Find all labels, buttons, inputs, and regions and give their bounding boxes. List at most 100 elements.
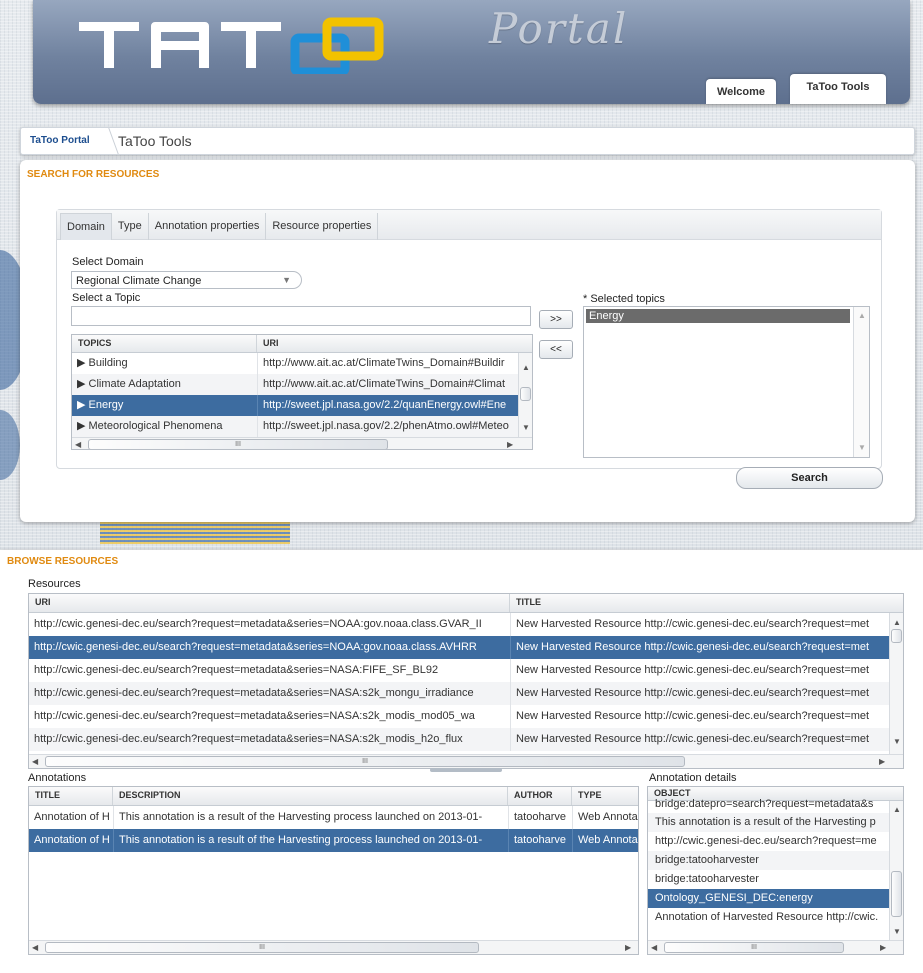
chevron-down-icon: ▼ <box>282 275 291 285</box>
resource-uri-cell: http://cwic.genesi-dec.eu/search?request… <box>34 733 463 745</box>
scroll-left-icon[interactable]: ◀ <box>32 757 38 766</box>
domain-select[interactable]: Regional Climate Change ▼ <box>71 271 302 289</box>
annotation-row[interactable]: Annotation of H This annotation is a resu… <box>29 829 638 852</box>
column-header-uri[interactable]: URI <box>257 335 519 352</box>
selected-topics-scrollbar[interactable]: ▲ ▼ <box>853 307 869 457</box>
resource-row[interactable]: http://cwic.genesi-dec.eu/search?request… <box>29 636 890 659</box>
scroll-right-icon[interactable]: ▶ <box>880 943 886 952</box>
resource-row[interactable]: http://cwic.genesi-dec.eu/search?request… <box>29 728 890 751</box>
column-header-author[interactable]: AUTHOR <box>508 787 572 805</box>
tab-welcome[interactable]: Welcome <box>706 79 776 104</box>
scroll-up-icon[interactable]: ▲ <box>858 311 866 320</box>
scroll-down-icon[interactable]: ▼ <box>893 737 901 746</box>
column-header-title[interactable]: TITLE <box>29 787 113 805</box>
search-section-title: SEARCH FOR RESOURCES <box>27 169 160 180</box>
breadcrumb-separator <box>91 128 119 154</box>
breadcrumb: TaToo Portal TaToo Tools <box>20 127 915 155</box>
scroll-thumb[interactable] <box>891 871 902 917</box>
topics-vertical-scrollbar[interactable]: ▲ ▼ <box>518 353 532 437</box>
tab-resource-properties[interactable]: Resource properties <box>266 213 379 240</box>
select-topic-label: Select a Topic <box>72 292 141 304</box>
annotation-detail-row[interactable]: http://cwic.genesi-dec.eu/search?request… <box>648 832 889 851</box>
resource-title-cell: New Harvested Resource http://cwic.genes… <box>510 659 890 682</box>
topics-grid-header: TOPICS URI <box>72 335 532 353</box>
horizontal-scroll-thumb[interactable]: III <box>664 942 844 953</box>
column-header-topics[interactable]: TOPICS <box>72 335 257 352</box>
tab-domain[interactable]: Domain <box>60 213 112 240</box>
scroll-right-icon[interactable]: ▶ <box>625 943 631 952</box>
selected-topic-item[interactable]: Energy <box>586 309 850 323</box>
scroll-down-icon[interactable]: ▼ <box>858 443 866 452</box>
column-header-type[interactable]: TYPE <box>572 787 638 805</box>
annotation-author-cell: tatooharve <box>508 806 572 829</box>
annotation-description-cell: This annotation is a result of the Harve… <box>113 806 508 829</box>
resource-row[interactable]: http://cwic.genesi-dec.eu/search?request… <box>29 659 890 682</box>
annotation-detail-row[interactable]: Annotation of Harvested Resource http://… <box>648 908 889 927</box>
search-tabset: Domain Type Annotation properties Resour… <box>56 209 882 469</box>
column-header-description[interactable]: DESCRIPTION <box>113 787 508 805</box>
scroll-thumb[interactable] <box>520 387 531 401</box>
annotation-title-cell: Annotation of H <box>34 834 110 846</box>
topic-row[interactable]: ▶ Meteorological Phenomena http://sweet.j… <box>72 416 518 437</box>
scroll-down-icon[interactable]: ▼ <box>522 423 530 432</box>
search-button[interactable]: Search <box>736 467 883 489</box>
annotations-label: Annotations <box>28 772 87 784</box>
horizontal-scroll-thumb[interactable]: III <box>88 439 388 449</box>
column-header-uri[interactable]: URI <box>29 594 510 612</box>
scroll-up-icon[interactable]: ▲ <box>893 618 901 627</box>
breadcrumb-home-link[interactable]: TaToo Portal <box>30 135 90 146</box>
scroll-thumb[interactable] <box>891 629 902 643</box>
resource-title-cell: New Harvested Resource http://cwic.genes… <box>510 613 890 636</box>
scroll-up-icon[interactable]: ▲ <box>893 805 901 814</box>
details-horizontal-scrollbar[interactable]: ◀ III ▶ <box>648 940 903 954</box>
resource-uri-cell: http://cwic.genesi-dec.eu/search?request… <box>34 664 439 676</box>
add-topic-button[interactable]: >> <box>539 310 573 329</box>
header-banner: Portal Welcome TaToo Tools <box>33 0 910 104</box>
annotation-detail-row[interactable]: bridge:datepro=search?request=metadata&s <box>648 798 889 810</box>
scroll-down-icon[interactable]: ▼ <box>893 927 901 936</box>
topic-uri-cell: http://sweet.jpl.nasa.gov/2.2/phenAtmo.o… <box>257 416 518 437</box>
resources-vertical-scrollbar[interactable]: ▲ ▼ <box>889 613 903 754</box>
search-tabbar: Domain Type Annotation properties Resour… <box>57 210 881 240</box>
resource-row[interactable]: http://cwic.genesi-dec.eu/search?request… <box>29 682 890 705</box>
annotation-detail-row[interactable]: bridge:tatooharvester <box>648 851 889 870</box>
tab-annotation-properties[interactable]: Annotation properties <box>149 213 267 240</box>
annotation-detail-row[interactable]: bridge:tatooharvester <box>648 870 889 889</box>
scroll-left-icon[interactable]: ◀ <box>32 943 38 952</box>
column-header-title[interactable]: TITLE <box>510 594 890 612</box>
horizontal-scroll-thumb[interactable]: III <box>45 942 479 953</box>
scroll-left-icon[interactable]: ◀ <box>651 943 657 952</box>
scroll-left-icon[interactable]: ◀ <box>75 440 81 449</box>
annotation-detail-row[interactable]: This annotation is a result of the Harve… <box>648 813 889 832</box>
tab-type[interactable]: Type <box>112 213 149 240</box>
resource-row[interactable]: http://cwic.genesi-dec.eu/search?request… <box>29 613 890 636</box>
topic-row[interactable]: ▶ Climate Adaptation http://www.ait.ac.at… <box>72 374 518 395</box>
tatoo-logo[interactable] <box>79 12 439 74</box>
resources-label: Resources <box>28 578 81 590</box>
topic-search-input[interactable] <box>71 306 531 326</box>
scroll-right-icon[interactable]: ▶ <box>507 440 513 449</box>
details-vertical-scrollbar[interactable]: ▲ ▼ <box>889 801 903 940</box>
selected-topics-list[interactable]: Energy ▲ ▼ <box>583 306 870 458</box>
tab-tatoo-tools[interactable]: TaToo Tools <box>790 74 886 104</box>
resource-row[interactable]: http://cwic.genesi-dec.eu/search?request… <box>29 705 890 728</box>
selected-topics-label: * Selected topics <box>583 293 665 305</box>
browse-panel: BROWSE RESOURCES Resources URI TITLE htt… <box>0 550 923 973</box>
topic-uri-cell: http://www.ait.ac.at/ClimateTwins_Domain… <box>257 353 518 374</box>
annotation-type-cell: Web Annota <box>572 806 638 829</box>
topic-row[interactable]: ▶ Building http://www.ait.ac.at/ClimateTw… <box>72 353 518 374</box>
horizontal-scroll-thumb[interactable]: III <box>45 756 685 767</box>
annotation-row[interactable]: Annotation of H This annotation is a resu… <box>29 806 638 829</box>
splitter-handle[interactable] <box>430 768 502 772</box>
scroll-up-icon[interactable]: ▲ <box>522 363 530 372</box>
annotation-title-cell: Annotation of H <box>34 811 110 823</box>
annotation-description-cell: This annotation is a result of the Harve… <box>113 829 508 852</box>
scroll-right-icon[interactable]: ▶ <box>879 757 885 766</box>
annotations-horizontal-scrollbar[interactable]: ◀ III ▶ <box>29 940 638 954</box>
topics-horizontal-scrollbar[interactable]: ◀ III ▶ <box>72 437 532 449</box>
topic-row[interactable]: ▶ Energy http://sweet.jpl.nasa.gov/2.2/qu… <box>72 395 518 416</box>
topic-cell: ▶ Meteorological Phenomena <box>77 420 223 432</box>
annotation-detail-row[interactable]: Ontology_GENESI_DEC:energy <box>648 889 889 908</box>
remove-topic-button[interactable]: << <box>539 340 573 359</box>
resources-horizontal-scrollbar[interactable]: ◀ III ▶ <box>29 754 903 768</box>
